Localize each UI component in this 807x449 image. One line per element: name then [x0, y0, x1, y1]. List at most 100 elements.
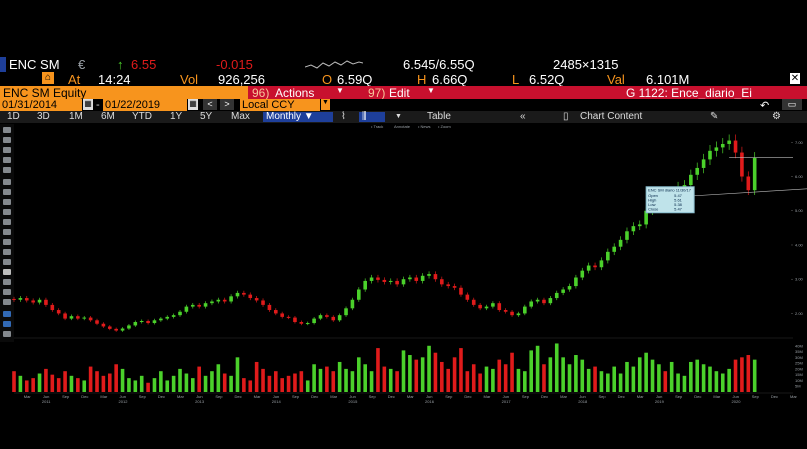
- table-button[interactable]: Table: [427, 112, 451, 122]
- month-tick-label: Dec: [234, 394, 241, 399]
- annotate-label[interactable]: Annotate: [394, 124, 411, 129]
- candle-body: [376, 277, 380, 280]
- candle-body: [267, 304, 272, 311]
- candle-body: [159, 318, 163, 321]
- prev-period-button[interactable]: <: [203, 99, 217, 110]
- actions-dropdown-icon[interactable]: ▼: [336, 86, 344, 95]
- currency-mode-select[interactable]: Local CCY: [240, 99, 320, 111]
- candle-body: [248, 294, 253, 299]
- candle-body: [69, 316, 74, 319]
- end-date-input[interactable]: 01/22/2019: [103, 99, 187, 111]
- security-field[interactable]: ENC SM Equity: [0, 86, 248, 100]
- vol-label: Vol: [180, 72, 199, 87]
- candle-body: [510, 311, 514, 316]
- chart-content-button[interactable]: Chart Content: [580, 112, 642, 122]
- volume-tick-label: 5M: [795, 384, 801, 389]
- volume-bar: [133, 380, 138, 392]
- volume-bar: [637, 357, 642, 392]
- year-tick-label: 2018: [578, 399, 588, 404]
- year-tick-label: 2019: [655, 399, 665, 404]
- chart-type-dropdown-icon[interactable]: ▼: [395, 112, 402, 122]
- range-tab-1d[interactable]: 1D: [7, 112, 20, 122]
- news-label[interactable]: • News: [418, 124, 431, 129]
- volume-bar: [446, 368, 450, 392]
- candle-body: [82, 317, 87, 319]
- volume-bar: [669, 361, 674, 392]
- currency-dropdown-icon[interactable]: ▼: [321, 99, 330, 110]
- frequency-select[interactable]: Monthly ▼: [263, 112, 333, 122]
- range-tab-max[interactable]: Max: [231, 112, 250, 122]
- range-tab-3d[interactable]: 3D: [37, 112, 50, 122]
- volume-tick-label: 10M: [795, 378, 803, 383]
- year-tick-label: 2012: [119, 399, 129, 404]
- chart-settings-icon[interactable]: ▭: [782, 99, 802, 110]
- month-tick-label: Mar: [177, 394, 185, 399]
- price-annotation[interactable]: ENC SM diario 11/30/17Open 5.47High 5.61Lo…: [645, 186, 695, 214]
- candle-body: [529, 301, 534, 307]
- volume-bar: [184, 373, 189, 392]
- edit-dropdown-icon[interactable]: ▼: [427, 86, 435, 95]
- volume-bar: [24, 380, 29, 392]
- month-tick-label: Mar: [713, 394, 721, 399]
- volume-bar: [344, 368, 348, 392]
- volume-bar: [497, 359, 502, 392]
- candle-body: [593, 265, 597, 268]
- volume-bar: [657, 364, 661, 392]
- volume-bar: [663, 371, 668, 392]
- ticker-symbol[interactable]: ENC SM: [9, 57, 60, 72]
- candle-body: [280, 313, 284, 317]
- quote-bar: ENC SM € ↑ 6.55 -0.015 6.545/6.55Q 2485×…: [0, 57, 807, 72]
- candle-body: [210, 301, 214, 304]
- volume-bar: [12, 371, 16, 392]
- zoom-label[interactable]: • Zoom: [438, 124, 451, 129]
- exchange-hours-icon[interactable]: ⌂: [42, 72, 54, 84]
- volume-bar: [312, 364, 316, 392]
- next-period-button[interactable]: >: [220, 99, 234, 110]
- collapse-icon[interactable]: «: [520, 112, 526, 122]
- candle-body: [752, 157, 757, 191]
- volume-bar: [471, 364, 476, 392]
- candle-body: [497, 303, 502, 311]
- candle-body: [618, 239, 623, 247]
- range-tab-1m[interactable]: 1M: [69, 112, 83, 122]
- candle-body: [133, 322, 138, 326]
- volume-tick-label: 20M: [795, 366, 803, 371]
- volume-bar: [127, 378, 131, 392]
- track-label[interactable]: • Track: [371, 124, 383, 129]
- candle-body: [305, 323, 310, 325]
- close-icon[interactable]: ✕: [790, 73, 800, 84]
- line-chart-icon[interactable]: ⌇: [341, 112, 346, 122]
- draw-tool-icon[interactable]: ✎: [710, 112, 718, 122]
- range-tab-1y[interactable]: 1Y: [170, 112, 182, 122]
- gear-icon[interactable]: ⚙: [772, 112, 781, 122]
- candle-body: [746, 176, 751, 191]
- candle-body: [408, 277, 412, 280]
- year-tick-label: 2016: [425, 399, 435, 404]
- volume-bar: [548, 357, 553, 392]
- volume-bar: [414, 359, 419, 392]
- volume-bar: [159, 371, 163, 392]
- candle-body: [382, 279, 387, 282]
- val-label: Val: [607, 72, 625, 87]
- candle-body: [637, 224, 642, 227]
- bid-ask-size: 2485×1315: [553, 57, 619, 72]
- volume-bar: [401, 350, 406, 392]
- high-value: 6.66Q: [432, 72, 468, 87]
- month-tick-label: Mar: [484, 394, 492, 399]
- edit-menu[interactable]: Edit: [389, 86, 410, 100]
- candle-body: [433, 274, 438, 280]
- start-calendar-icon[interactable]: ▦: [83, 99, 93, 110]
- actions-menu[interactable]: Actions: [275, 86, 314, 100]
- candle-chart-icon[interactable]: ⫼: [359, 112, 385, 122]
- range-tab-6m[interactable]: 6M: [101, 112, 115, 122]
- end-calendar-icon[interactable]: ▦: [188, 99, 198, 110]
- range-tab-5y[interactable]: 5Y: [200, 112, 212, 122]
- start-date-input[interactable]: 01/31/2014: [0, 99, 82, 111]
- volume-bar: [727, 368, 731, 392]
- candle-body: [56, 310, 61, 314]
- range-tab-ytd[interactable]: YTD: [132, 112, 152, 122]
- price-chart[interactable]: • Track Annotate • News • Zoom ENC SM di…: [0, 124, 807, 408]
- candle-body: [235, 292, 240, 297]
- candle-body: [254, 298, 259, 301]
- month-tick-label: Sep: [598, 394, 606, 399]
